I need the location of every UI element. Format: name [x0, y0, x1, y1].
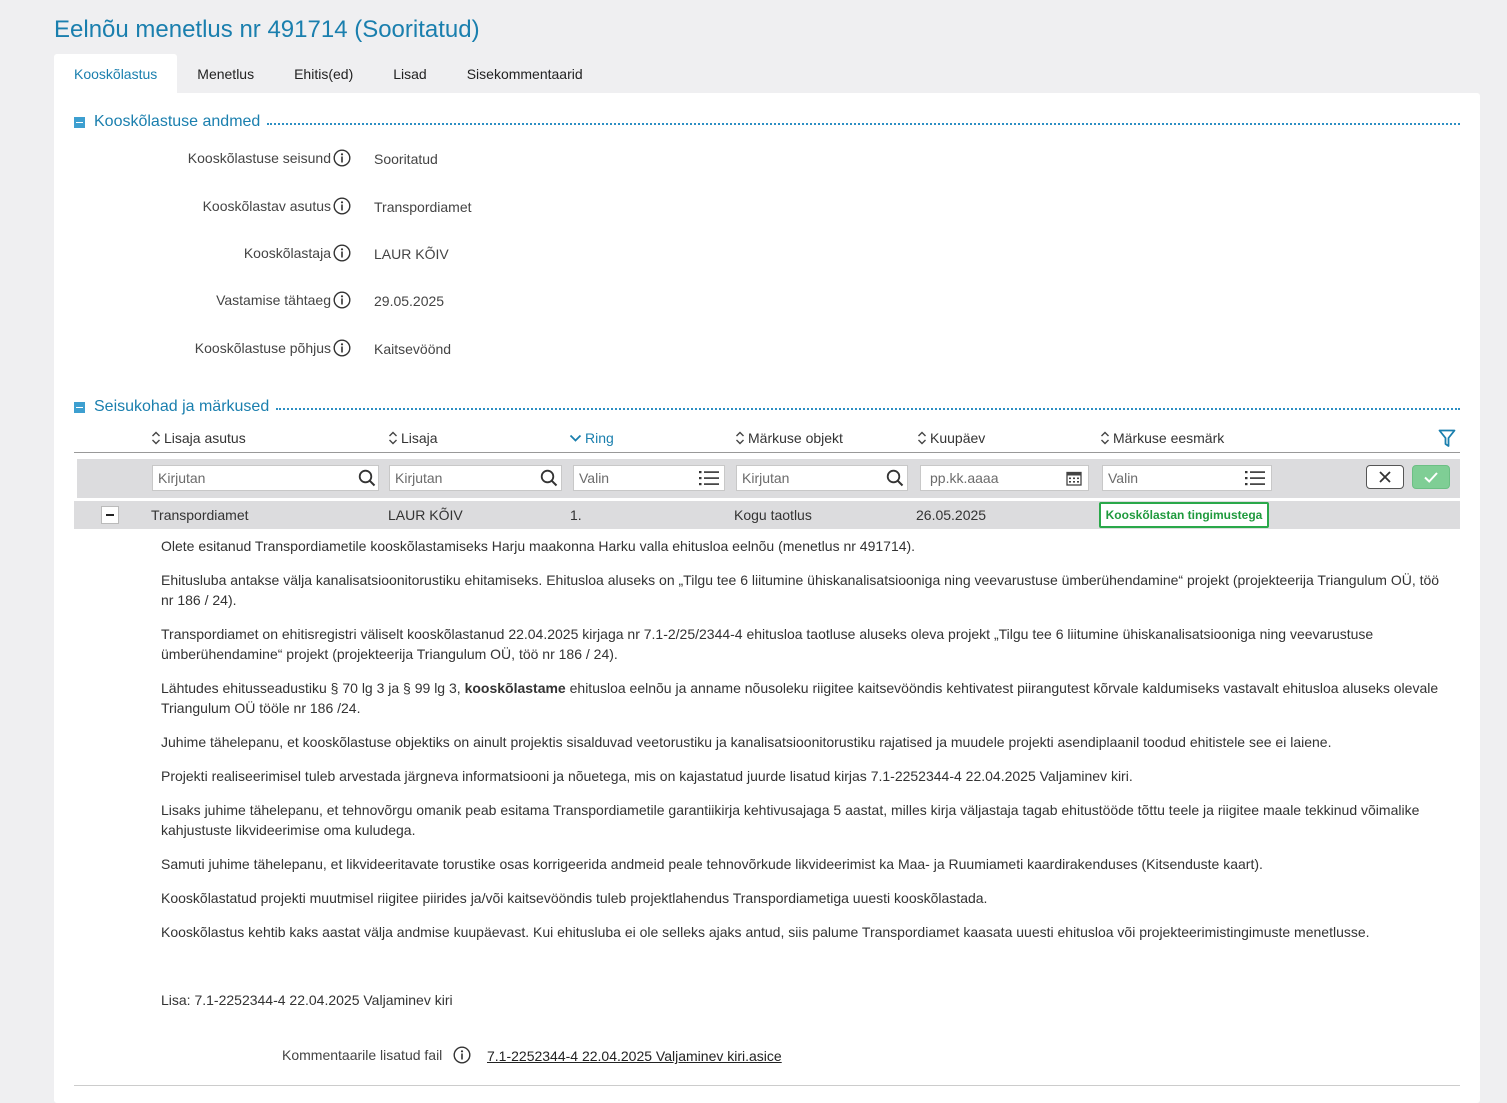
field-kooskolastaja: Kooskõlastaja LAUR KÕIV: [54, 244, 654, 264]
field-label: Kooskõlastuse seisund: [187, 150, 331, 166]
info-icon[interactable]: [333, 291, 351, 309]
column-header-markuse-objekt[interactable]: Märkuse objekt: [735, 430, 843, 446]
apply-filters-button[interactable]: [1412, 465, 1450, 489]
list-icon[interactable]: [699, 470, 719, 486]
close-icon: [1379, 471, 1391, 483]
column-label: Kuupäev: [930, 430, 986, 446]
comment-bold-text: kooskõlastame: [464, 680, 566, 696]
tab-bar: Kooskõlastus Menetlus Ehitis(ed) Lisad S…: [54, 54, 603, 93]
list-icon[interactable]: [1245, 470, 1265, 486]
info-icon[interactable]: [333, 339, 351, 357]
sort-descending-icon: [569, 434, 582, 442]
tab-lisad[interactable]: Lisad: [373, 54, 446, 93]
cell-lisaja: LAUR KÕIV: [388, 507, 463, 523]
cell-kuupaev: 26.05.2025: [916, 507, 987, 523]
comment-paragraph: Ehitusluba antakse välja kanalisatsiooni…: [161, 572, 1440, 608]
tab-ehitised[interactable]: Ehitis(ed): [274, 54, 373, 93]
field-seisund: Kooskõlastuse seisund Sooritatud: [54, 149, 654, 169]
filter-kuupaev-input[interactable]: [920, 465, 1089, 491]
comment-paragraph: Transpordiamet on ehitisregistri välisel…: [161, 626, 1374, 662]
filter-lisaja-asutus-input[interactable]: [152, 465, 379, 491]
filter-bar: [77, 459, 1460, 498]
sort-icon: [1101, 431, 1109, 445]
sort-icon: [389, 431, 397, 445]
field-label: Vastamise tähtaeg: [216, 292, 331, 308]
section-title: Kooskõlastuse andmed: [94, 113, 261, 130]
cell-objekt: Kogu taotlus: [734, 507, 812, 523]
collapse-section-button[interactable]: [74, 401, 85, 413]
info-icon[interactable]: [333, 149, 351, 167]
comment-paragraph: Projekti realiseerimisel tuleb arvestada…: [161, 768, 1133, 784]
tab-sisekommentaarid[interactable]: Sisekommentaarid: [447, 54, 603, 93]
field-value: Transpordiamet: [374, 199, 472, 215]
sort-icon: [736, 431, 744, 445]
comment-text: Lähtudes ehitusseadustiku § 70 lg 3 ja §…: [161, 680, 465, 696]
column-label: Ring: [585, 430, 614, 446]
comment-paragraph: Kooskõlastus kehtib kaks aastat välja an…: [161, 924, 1370, 940]
comment-paragraph: Olete esitanud Transpordiametile kooskõl…: [161, 538, 916, 554]
column-label: Märkuse objekt: [748, 430, 843, 446]
status-badge: Kooskõlastan tingimustega: [1099, 502, 1269, 528]
section-divider: [267, 123, 1460, 125]
section-divider: [276, 408, 1460, 410]
comment-paragraph: Juhime tähelepanu, et kooskõlastuse obje…: [161, 734, 1332, 750]
collapse-section-button[interactable]: [74, 116, 85, 128]
column-label: Märkuse eesmärk: [1113, 430, 1225, 446]
field-asutus: Kooskõlastav asutus Transpordiamet: [54, 197, 654, 217]
tab-menetlus[interactable]: Menetlus: [177, 54, 274, 93]
column-label: Lisaja: [401, 430, 438, 446]
filter-icon[interactable]: [1438, 429, 1456, 448]
comment-paragraph: Lisa: 7.1-2252344-4 22.04.2025 Valjamine…: [161, 992, 453, 1008]
collapse-row-button[interactable]: [101, 506, 119, 524]
comment-paragraph: Samuti juhime tähelepanu, et likvideerit…: [161, 856, 1263, 872]
tab-kooskolastus[interactable]: Kooskõlastus: [54, 54, 178, 93]
filter-lisaja-input[interactable]: [389, 465, 562, 491]
cell-asutus: Transpordiamet: [151, 507, 249, 523]
row-divider: [74, 1085, 1460, 1086]
section-header-seisukohad: Seisukohad ja märkused: [74, 396, 1460, 418]
field-value: 29.05.2025: [374, 293, 445, 309]
comment-paragraph: Kooskõlastatud projekti muutmisel riigit…: [161, 890, 988, 906]
section-header-kooskolastuse-andmed: Kooskõlastuse andmed: [74, 111, 1460, 133]
calendar-icon[interactable]: [1066, 470, 1082, 486]
column-header-markuse-eesmark[interactable]: Märkuse eesmärk: [1100, 430, 1224, 446]
field-value: LAUR KÕIV: [374, 246, 449, 262]
content-panel: Kooskõlastuse andmed Kooskõlastuse seisu…: [54, 93, 1480, 1103]
field-value: Sooritatud: [374, 151, 438, 167]
header-divider: [74, 452, 1460, 453]
check-icon: [1424, 472, 1438, 483]
filter-markuse-objekt-input[interactable]: [736, 465, 908, 491]
column-header-lisaja-asutus[interactable]: Lisaja asutus: [151, 430, 246, 446]
field-value: Kaitsevöönd: [374, 341, 452, 357]
field-label: Kooskõlastav asutus: [202, 198, 331, 214]
column-header-lisaja[interactable]: Lisaja: [388, 430, 438, 446]
column-header-ring[interactable]: Ring: [569, 430, 614, 446]
search-icon[interactable]: [540, 469, 558, 487]
sort-icon: [918, 431, 926, 445]
info-icon[interactable]: [333, 197, 351, 215]
column-header-kuupaev[interactable]: Kuupäev: [917, 430, 985, 446]
field-label: Kooskõlastaja: [243, 245, 331, 261]
comment-paragraph: Lähtudes ehitusseadustiku § 70 lg 3 ja §…: [161, 678, 1451, 718]
column-label: Lisaja asutus: [164, 430, 246, 446]
info-icon[interactable]: [453, 1046, 471, 1064]
section-title: Seisukohad ja märkused: [94, 398, 270, 415]
field-label: Kooskõlastuse põhjus: [194, 340, 331, 356]
search-icon[interactable]: [886, 469, 904, 487]
comment-paragraph: Lisaks juhime tähelepanu, et tehnovõrgu …: [161, 802, 1420, 838]
attachment-label: Kommentaarile lisatud fail: [282, 1047, 443, 1063]
table-row[interactable]: Transpordiamet LAUR KÕIV 1. Kogu taotlus…: [74, 501, 1460, 529]
info-icon[interactable]: [333, 244, 351, 262]
attachment-file-link[interactable]: 7.1-2252344-4 22.04.2025 Valjaminev kiri…: [487, 1046, 782, 1066]
cell-ring: 1.: [570, 507, 582, 523]
comment-body: Olete esitanud Transpordiametile kooskõl…: [161, 536, 1451, 1024]
clear-filters-button[interactable]: [1366, 465, 1404, 489]
sort-icon: [152, 431, 160, 445]
page-title: Eelnõu menetlus nr 491714 (Sooritatud): [54, 16, 480, 43]
search-icon[interactable]: [358, 469, 376, 487]
field-pohjus: Kooskõlastuse põhjus Kaitsevöönd: [54, 339, 654, 359]
field-tahtaeg: Vastamise tähtaeg 29.05.2025: [54, 291, 654, 311]
